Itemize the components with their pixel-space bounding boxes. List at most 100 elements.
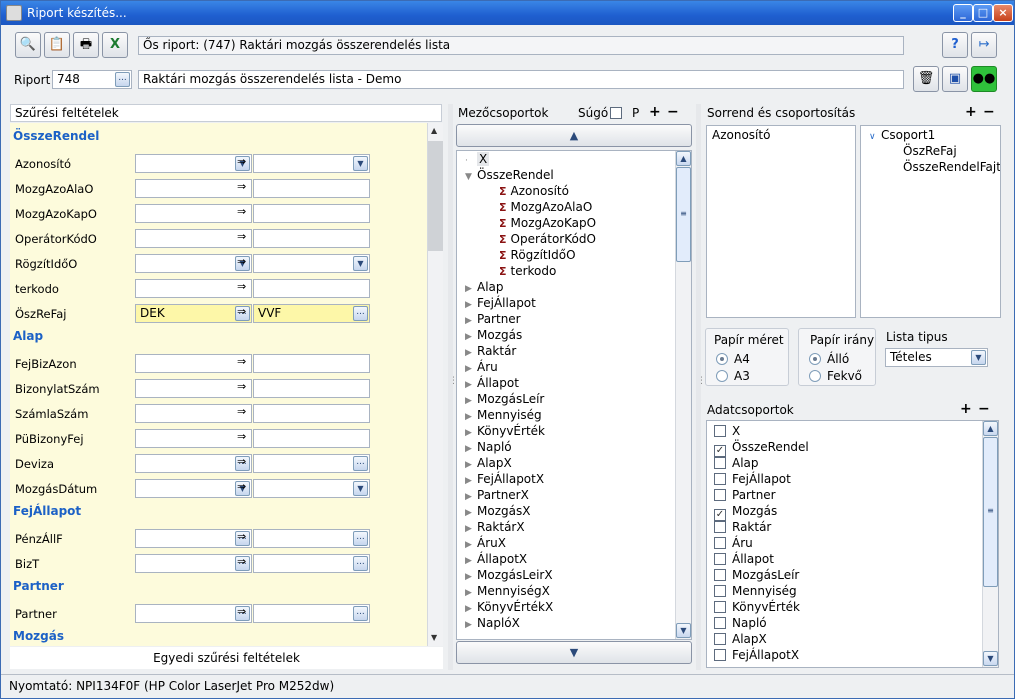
delete-button[interactable]: 🗑 xyxy=(913,66,939,92)
filter-to-input[interactable] xyxy=(253,429,370,448)
checkbox-icon[interactable] xyxy=(714,585,726,597)
sort-list[interactable]: Azonosító xyxy=(706,125,856,318)
filter-scrollbar[interactable]: ▲ ▼ xyxy=(427,123,443,646)
filter-to-input[interactable]: ▼ xyxy=(253,254,370,273)
scroll-thumb[interactable] xyxy=(428,141,443,251)
radio-icon[interactable] xyxy=(716,370,728,382)
data-group-item[interactable]: Napló xyxy=(714,616,767,630)
sort-list-item[interactable]: Azonosító xyxy=(712,128,770,142)
browse-button[interactable]: ... xyxy=(353,306,368,321)
filter-to-input[interactable] xyxy=(253,379,370,398)
tree-item[interactable]: ▶ Raktár xyxy=(465,344,516,358)
tree-item[interactable]: ▶ FejÁllapotX xyxy=(465,472,544,486)
tree-item[interactable]: ▶ MozgásX xyxy=(465,504,530,518)
paper-orient-option[interactable]: Álló xyxy=(809,352,849,366)
move-up-button[interactable]: ▲ xyxy=(456,124,692,147)
tree-item[interactable]: ▶ FejÁllapot xyxy=(465,296,536,310)
tree-item[interactable]: ▶ Mozgás xyxy=(465,328,522,342)
report-name-input[interactable]: Raktári mozgás összerendelés lista - Dem… xyxy=(138,70,904,89)
tree-item[interactable]: ▶ MennyiségX xyxy=(465,584,550,598)
filter-to-input[interactable]: ... xyxy=(253,529,370,548)
maximize-button[interactable]: □ xyxy=(973,4,993,22)
tree-item[interactable]: ▶ KönyvÉrték xyxy=(465,424,545,438)
filter-to-input[interactable] xyxy=(253,279,370,298)
list-type-select[interactable]: Tételes ▼ xyxy=(885,348,988,367)
dg-scroll-down-icon[interactable]: ▼ xyxy=(983,651,998,666)
title-bar[interactable]: Riport készítés... _ □ × xyxy=(1,1,1014,25)
data-group-item[interactable]: MozgásLeír xyxy=(714,568,799,582)
group-node[interactable]: ∨ Csoport1 xyxy=(869,128,935,142)
filter-from-input[interactable]: ▼ xyxy=(135,154,252,173)
tree-item[interactable]: ▶ Napló xyxy=(465,440,512,454)
tree-item[interactable]: ▶ AlapX xyxy=(465,456,512,470)
filter-to-input[interactable]: ▼ xyxy=(253,154,370,173)
group-item[interactable]: ÖszReFaj xyxy=(903,144,957,158)
filter-from-input[interactable] xyxy=(135,404,252,423)
paper-size-option[interactable]: A3 xyxy=(716,369,750,383)
group-item[interactable]: ÖsszeRendelFajta xyxy=(903,160,1000,174)
radio-icon[interactable] xyxy=(809,370,821,382)
tree-item[interactable]: ▶ MozgásLeirX xyxy=(465,568,553,582)
data-remove-icon[interactable]: − xyxy=(978,401,990,417)
checkbox-icon[interactable] xyxy=(714,617,726,629)
data-group-item[interactable]: ✓ Mozgás xyxy=(714,504,777,521)
tree-item[interactable]: ▶ Mennyiség xyxy=(465,408,542,422)
radio-icon[interactable] xyxy=(716,353,728,365)
filter-from-input[interactable]: DEK... xyxy=(135,304,252,323)
checkbox-icon[interactable] xyxy=(714,569,726,581)
scroll-up-icon[interactable]: ▲ xyxy=(431,126,437,135)
filter-from-input[interactable]: ... xyxy=(135,554,252,573)
right-splitter[interactable]: ⋮ xyxy=(696,104,706,670)
sort-add-icon[interactable]: + xyxy=(965,104,977,120)
tree-item[interactable]: ▶ NaplóX xyxy=(465,616,520,630)
browse-button[interactable]: ... xyxy=(353,556,368,571)
data-group-item[interactable]: ✓ ÖsszeRendel xyxy=(714,440,809,457)
filter-to-input[interactable] xyxy=(253,229,370,248)
tree-item[interactable]: ▶ Partner xyxy=(465,312,521,326)
radio-icon[interactable] xyxy=(809,353,821,365)
filter-from-input[interactable] xyxy=(135,429,252,448)
filter-to-input[interactable] xyxy=(253,354,370,373)
chevron-down-icon[interactable]: ▼ xyxy=(353,156,368,171)
data-group-item[interactable]: Alap xyxy=(714,456,759,470)
dg-scroll-up-icon[interactable]: ▲ xyxy=(983,421,998,436)
close-button[interactable]: × xyxy=(993,4,1013,22)
tree-item[interactable]: ▶ PartnerX xyxy=(465,488,529,502)
filter-from-input[interactable]: ... xyxy=(135,454,252,473)
users-button[interactable]: ●● xyxy=(971,66,997,92)
tree-item[interactable]: ▶ ÁruX xyxy=(465,536,506,550)
checkbox-icon[interactable] xyxy=(714,457,726,469)
exit-button[interactable]: ↦ xyxy=(971,32,997,58)
checkbox-icon[interactable] xyxy=(714,537,726,549)
clipboard-button[interactable]: 📋 xyxy=(44,32,70,58)
sort-remove-icon[interactable]: − xyxy=(983,104,995,120)
paper-orient-option[interactable]: Fekvő xyxy=(809,369,862,383)
report-id-input[interactable]: 748 ... xyxy=(52,70,132,89)
tree-scroll-up-icon[interactable]: ▲ xyxy=(676,151,691,166)
filter-to-input[interactable]: ... xyxy=(253,554,370,573)
remove-icon[interactable]: − xyxy=(667,104,679,120)
checkbox-icon[interactable] xyxy=(714,633,726,645)
browse-button[interactable]: ... xyxy=(353,531,368,546)
help-button[interactable]: ? xyxy=(942,32,968,58)
paper-size-option[interactable]: A4 xyxy=(716,352,750,366)
filter-to-input[interactable] xyxy=(253,179,370,198)
tree-item[interactable]: Σ Azonosító xyxy=(499,184,569,198)
tree-item[interactable]: Σ MozgAzoKapO xyxy=(499,216,596,230)
save-button[interactable]: ▣ xyxy=(942,66,968,92)
tree-item[interactable]: ▶ MozgásLeír xyxy=(465,392,544,406)
tree-scrollbar[interactable]: ▲ ≡ ▼ xyxy=(675,151,691,639)
filter-to-input[interactable]: ... xyxy=(253,604,370,623)
chevron-down-icon[interactable]: ▼ xyxy=(971,350,986,365)
help-checkbox[interactable] xyxy=(610,107,622,119)
tree-scroll-down-icon[interactable]: ▼ xyxy=(676,623,691,638)
tree-scroll-thumb[interactable]: ≡ xyxy=(676,167,691,262)
scroll-down-icon[interactable]: ▼ xyxy=(431,633,437,642)
tree-item[interactable]: Σ MozgAzoAlaO xyxy=(499,200,592,214)
checkbox-icon[interactable] xyxy=(714,601,726,613)
tree-item[interactable]: Σterkodo xyxy=(499,264,556,278)
filter-from-input[interactable]: ▼ xyxy=(135,479,252,498)
left-splitter[interactable]: ⋮ xyxy=(448,104,458,670)
tree-item[interactable]: ▶ Áru xyxy=(465,360,498,374)
data-group-item[interactable]: Állapot xyxy=(714,552,774,566)
